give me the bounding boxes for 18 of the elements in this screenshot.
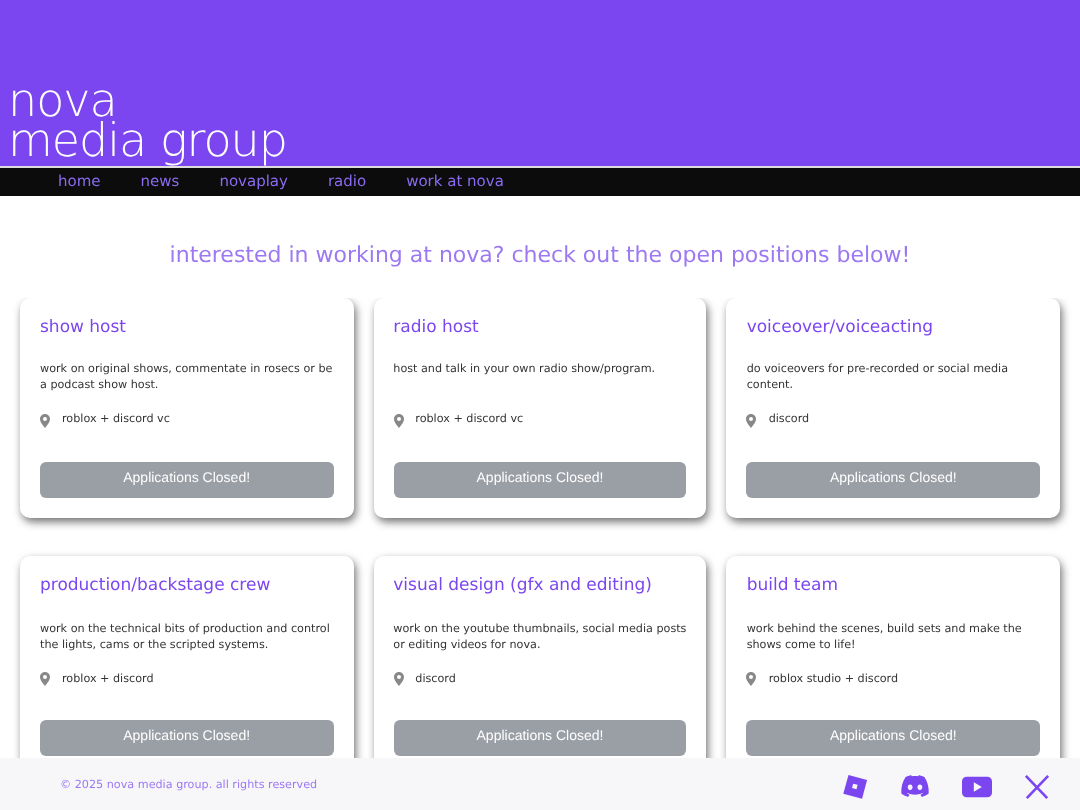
position-title: production/backstage crew	[40, 573, 273, 600]
location-pin-icon	[393, 672, 404, 687]
location-pin-icon	[393, 413, 404, 428]
roblox-logo-icon[interactable]	[842, 773, 868, 799]
position-title: show host	[40, 315, 129, 341]
location-pin-icon	[746, 413, 757, 428]
location-pin-icon	[40, 672, 50, 687]
x-logo-icon[interactable]	[1024, 773, 1050, 799]
play-button-icon[interactable]	[962, 775, 992, 797]
page-heading: interested in working at nova? check out the open positions below!	[167, 240, 913, 272]
discord-logo-icon[interactable]	[900, 774, 930, 798]
position-title: radio host	[393, 315, 481, 341]
location-pin-icon	[746, 672, 757, 687]
location-pin-icon	[40, 413, 50, 428]
logo: nova media group	[8, 82, 287, 162]
position-title: visual design (gfx and editing)	[393, 573, 654, 600]
position-title: voiceover/voiceacting	[746, 315, 935, 341]
position-title: build team	[746, 573, 840, 600]
